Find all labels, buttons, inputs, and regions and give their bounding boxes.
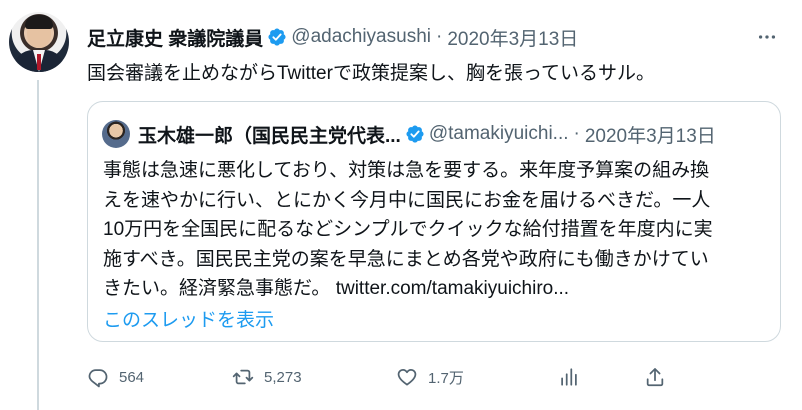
quoted-text-line: 事態は急速に悪化しており、対策は急を要する。来年度予算案の組み換 [103, 160, 710, 181]
analytics-icon [561, 368, 577, 386]
retweet-icon [232, 369, 254, 385]
quoted-author-handle: @tamakiyuichi... [428, 123, 569, 144]
quoted-text-line: えを速やかに行い、とにかく今月中に国民にお金を届けるべきだ。一人 [103, 189, 711, 211]
reply-icon [88, 369, 108, 388]
verified-badge-icon [268, 28, 286, 46]
quoted-text-line: 施すべき。国民民主党の案を早急にまとめ各党や政府にも働きかけてい [103, 248, 709, 270]
quoted-text-line: きたい。経済緊急事態だ。 twitter.com/tamakiyuichiro.… [103, 278, 570, 300]
tweet-date[interactable]: 2020年3月13日 [447, 24, 578, 51]
like-button[interactable]: 1.7万 [396, 366, 464, 388]
retweet-button[interactable]: 5,273 [232, 366, 302, 388]
retweet-count: 5,273 [264, 368, 302, 386]
quoted-tweet-header: 玉木雄一郎（国民民主党代表... @tamakiyuichi... · 2020… [138, 122, 716, 147]
author-handle[interactable]: @adachiyasushi [291, 26, 431, 48]
quoted-text-line: 10万円を全国民に配るなどシンプルでクイックな給付措置を年度内に実 [103, 219, 713, 241]
quoted-header-separator: · [573, 123, 580, 144]
reply-count: 564 [119, 368, 145, 386]
thread-line [37, 80, 39, 410]
quoted-tweet-date: 2020年3月13日 [584, 125, 716, 147]
author-avatar[interactable] [9, 12, 69, 72]
like-count: 1.7万 [428, 369, 464, 387]
share-icon [646, 368, 664, 387]
show-thread-link[interactable]: このスレッドを表示 [103, 305, 274, 332]
author-name[interactable]: 足立康史 衆議院議員 [87, 24, 263, 51]
quoted-tweet-text: 事態は急速に悪化しており、対策は急を要する。来年度予算案の組み換 えを速やかに行… [103, 156, 768, 304]
more-horizontal-icon[interactable] [752, 26, 782, 48]
tweet-header: 足立康史 衆議院議員 @adachiyasushi · 2020年3月13日 [87, 24, 578, 51]
quoted-tweet[interactable]: 玉木雄一郎（国民民主党代表... @tamakiyuichi... · 2020… [87, 101, 781, 342]
reply-button[interactable]: 564 [87, 366, 144, 388]
header-separator: · [435, 26, 443, 47]
verified-badge-icon [406, 125, 424, 143]
quoted-author-avatar[interactable] [102, 120, 130, 148]
analytics-button[interactable] [558, 366, 580, 388]
quoted-author-name: 玉木雄一郎（国民民主党代表... [138, 125, 401, 147]
tweet-text: 国会審議を止めながらTwitterで政策提案し、胸を張っているサル。 [87, 63, 656, 84]
share-button[interactable] [644, 366, 666, 388]
like-icon [397, 368, 417, 386]
tweet-actions: 564 5,273 1.7万 [87, 366, 777, 388]
